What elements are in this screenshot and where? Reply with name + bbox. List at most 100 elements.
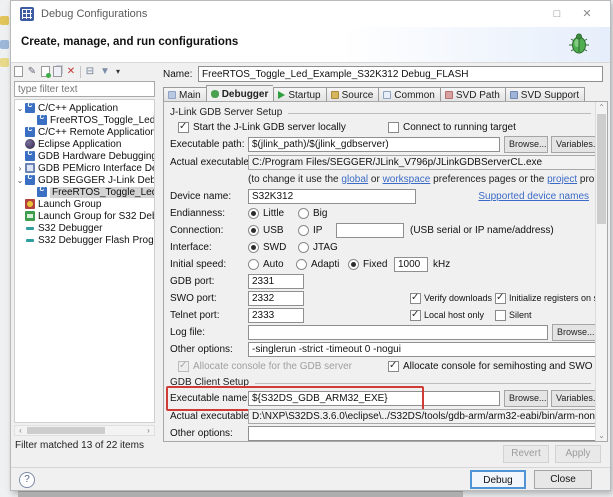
expander-icon[interactable]: › xyxy=(15,164,25,173)
new-configuration-icon[interactable] xyxy=(14,66,23,77)
content-vertical-scrollbar[interactable]: ⌃ ⌄ xyxy=(595,102,607,441)
tab-common[interactable]: Common xyxy=(378,87,440,102)
debugger-tab-content: J-Link GDB Server Setup Start the J-Link… xyxy=(163,101,608,442)
log-file-input[interactable] xyxy=(248,325,548,340)
executable-name-input[interactable] xyxy=(248,391,500,406)
verify-downloads-checkbox[interactable] xyxy=(410,293,421,304)
launch-group-icon xyxy=(25,199,35,209)
connection-hint: (USB serial or IP name/address) xyxy=(410,225,554,236)
close-window-button[interactable]: ✕ xyxy=(578,6,596,22)
preferences-hint: (to change it use the global or workspac… xyxy=(248,174,608,185)
tree-item-label: Eclipse Application xyxy=(38,139,121,150)
tab-startup[interactable]: Startup xyxy=(273,87,325,102)
expander-icon[interactable]: ⌄ xyxy=(15,104,25,113)
delete-icon[interactable]: ✕ xyxy=(65,66,77,78)
banner-title: Create, manage, and run configurations xyxy=(21,36,238,48)
variables-client-button[interactable]: Variables... xyxy=(551,390,599,407)
speed-adaptive-radio[interactable] xyxy=(296,259,307,270)
tree-item[interactable]: ›GDB PEMicro Interface Debuggir xyxy=(15,162,155,174)
allocate-semihosting-console-checkbox[interactable] xyxy=(388,361,399,372)
connect-running-target-checkbox[interactable] xyxy=(388,122,399,133)
interface-jtag-radio[interactable] xyxy=(298,242,309,253)
variables-server-button[interactable]: Variables... xyxy=(551,136,599,153)
tree-item[interactable]: Launch Group for S32 Debugger xyxy=(15,210,155,222)
expander-icon[interactable]: ⌄ xyxy=(15,176,25,185)
tree-item[interactable]: C/C++ Remote Application xyxy=(15,126,155,138)
allocate-server-console-label: Allocate console for the GDB server xyxy=(193,361,352,372)
scrollbar-thumb[interactable] xyxy=(597,114,606,224)
tree-item[interactable]: ⌄GDB SEGGER J-Link Debugging xyxy=(15,174,155,186)
device-name-input[interactable] xyxy=(248,189,416,204)
gdb-port-input[interactable] xyxy=(248,274,304,289)
allocate-server-console-checkbox xyxy=(178,361,189,372)
tree-item[interactable]: S32 Debugger xyxy=(15,222,103,234)
silent-checkbox[interactable] xyxy=(495,310,506,321)
footer-divider xyxy=(11,467,610,468)
tree-item[interactable]: GDB Hardware Debugging xyxy=(15,150,155,162)
connection-address-input[interactable] xyxy=(336,223,404,238)
help-button[interactable]: ? xyxy=(19,472,35,488)
local-host-only-checkbox[interactable] xyxy=(410,310,421,321)
client-other-options-input[interactable] xyxy=(248,426,599,441)
speed-khz-input[interactable] xyxy=(394,257,428,272)
endianness-big-radio[interactable] xyxy=(298,208,309,219)
gdb-port-label: GDB port: xyxy=(170,276,214,287)
tree-item[interactable]: Eclipse Application xyxy=(15,138,121,150)
browse-server-button[interactable]: Browse... xyxy=(504,136,548,153)
browse-log-button[interactable]: Browse... xyxy=(552,324,599,341)
global-link[interactable]: global xyxy=(341,174,368,185)
bug-icon xyxy=(566,31,592,62)
duplicate-icon[interactable]: ✎ xyxy=(26,66,38,78)
apply-button[interactable]: Apply xyxy=(555,445,601,463)
browse-client-button[interactable]: Browse... xyxy=(504,390,548,407)
copy-icon[interactable] xyxy=(53,66,62,77)
tab-debugger[interactable]: Debugger xyxy=(206,85,274,102)
connection-ip-radio[interactable] xyxy=(298,225,309,236)
endianness-little-radio[interactable] xyxy=(248,208,259,219)
scrollbar-thumb[interactable] xyxy=(27,427,105,434)
executable-name-label: Executable name: xyxy=(170,393,250,404)
speed-fixed-radio[interactable] xyxy=(348,259,359,270)
tree-horizontal-scrollbar[interactable]: ‹ › xyxy=(14,425,155,436)
name-input[interactable] xyxy=(198,66,603,82)
connection-usb-radio[interactable] xyxy=(248,225,259,236)
close-button[interactable]: Close xyxy=(534,470,592,489)
tree-item[interactable]: S32 Debugger Flash Programme xyxy=(15,234,155,246)
scroll-down-icon[interactable]: ⌄ xyxy=(596,431,607,440)
view-menu-icon[interactable]: ▾ xyxy=(114,66,122,78)
init-registers-checkbox[interactable] xyxy=(495,293,506,304)
tab-main[interactable]: Main xyxy=(163,87,206,102)
revert-button[interactable]: Revert xyxy=(503,445,549,463)
filter-input[interactable] xyxy=(14,81,155,97)
scroll-left-icon[interactable]: ‹ xyxy=(15,426,26,435)
tree-item[interactable]: ⌄C/C++ Application xyxy=(15,102,118,114)
tab-svd-path[interactable]: SVD Path xyxy=(440,87,505,102)
tree-item[interactable]: FreeRTOS_Toggle_Led_Examp xyxy=(15,114,155,126)
title-bar: Debug Configurations □ ✕ xyxy=(11,1,610,27)
verify-downloads-label: Verify downloads xyxy=(424,293,492,303)
start-gdb-server-checkbox[interactable] xyxy=(178,122,189,133)
scroll-right-icon[interactable]: › xyxy=(143,426,154,435)
supported-device-names-link[interactable]: Supported device names xyxy=(478,191,589,202)
export-icon[interactable] xyxy=(41,66,50,77)
tree-item-label: Launch Group xyxy=(38,199,101,210)
telnet-port-input[interactable] xyxy=(248,308,304,323)
name-label: Name: xyxy=(163,69,192,80)
interface-swd-radio[interactable] xyxy=(248,242,259,253)
collapse-all-icon[interactable]: ⊟ xyxy=(84,66,96,78)
tab-source[interactable]: Source xyxy=(326,87,379,102)
debug-button[interactable]: Debug xyxy=(470,470,526,489)
project-link[interactable]: project xyxy=(547,174,577,185)
filter-icon[interactable]: ▼ xyxy=(99,66,111,78)
executable-path-input[interactable] xyxy=(248,137,500,152)
swo-port-input[interactable] xyxy=(248,291,304,306)
tree-item-selected[interactable]: FreeRTOS_Toggle_Led_Examp xyxy=(15,186,155,198)
server-other-options-input[interactable] xyxy=(248,342,599,357)
workspace-link[interactable]: workspace xyxy=(383,174,431,185)
scroll-up-icon[interactable]: ⌃ xyxy=(596,103,607,112)
maximize-button[interactable]: □ xyxy=(548,6,566,22)
speed-auto-radio[interactable] xyxy=(248,259,259,270)
tree-item[interactable]: Launch Group xyxy=(15,198,101,210)
tab-svd-support[interactable]: SVD Support xyxy=(505,87,585,102)
background-window-icon xyxy=(0,16,9,25)
